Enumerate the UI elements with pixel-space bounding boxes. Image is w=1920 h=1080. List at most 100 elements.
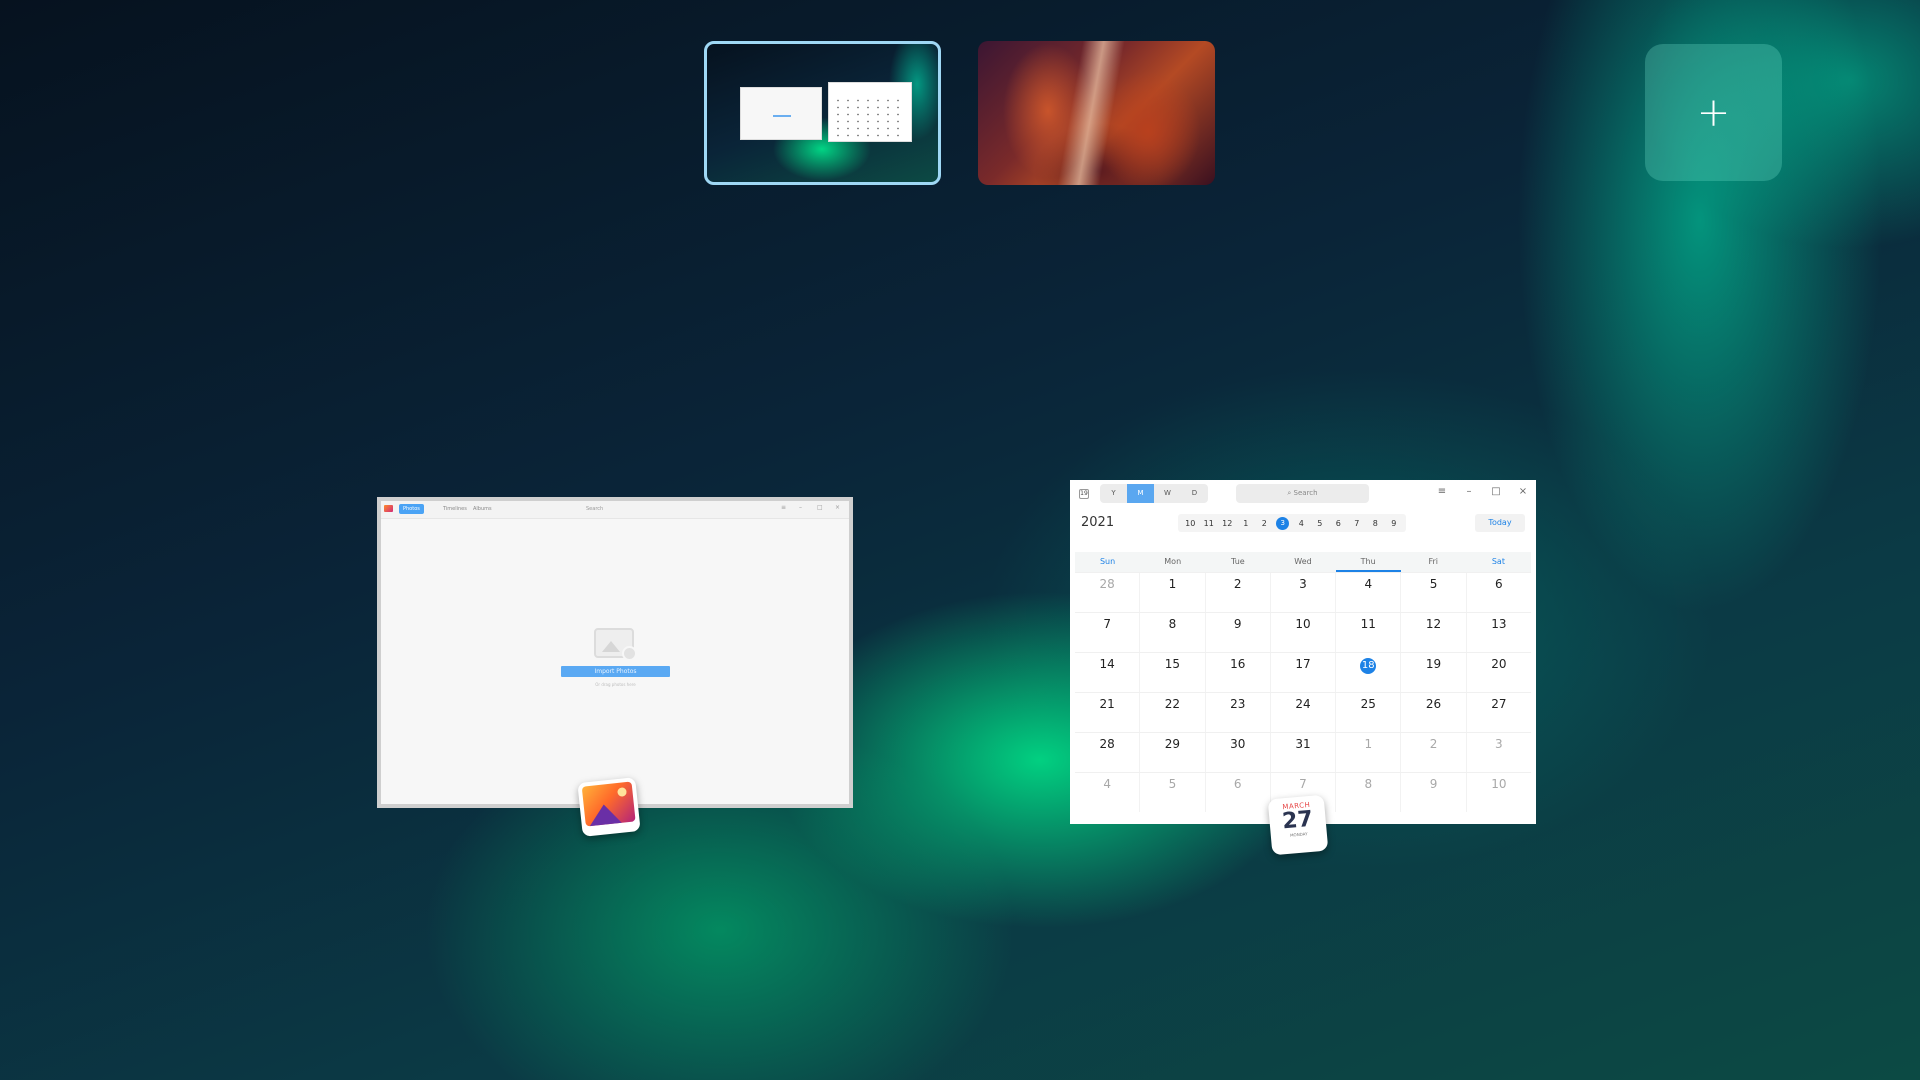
day-cell[interactable]: 9 <box>1400 773 1465 812</box>
day-cell-today[interactable]: 18 <box>1335 653 1400 692</box>
import-photos-button[interactable]: Import Photos <box>561 666 670 677</box>
day-cell[interactable]: 16 <box>1204 653 1270 692</box>
month-item[interactable]: 10 <box>1181 519 1200 528</box>
close-icon[interactable]: × <box>835 504 843 514</box>
day-cell[interactable]: 9 <box>1204 613 1270 652</box>
menu-icon[interactable]: ≡ <box>1436 486 1448 497</box>
month-strip: 10 11 12 1 2 3 4 5 6 7 8 9 <box>1178 514 1406 532</box>
workspace-2-thumbnail[interactable] <box>978 41 1215 185</box>
month-item[interactable]: 8 <box>1366 519 1385 528</box>
day-cell[interactable]: 15 <box>1139 653 1204 692</box>
day-cell[interactable]: 25 <box>1335 693 1400 732</box>
month-item[interactable]: 2 <box>1255 519 1274 528</box>
album-tab-albums[interactable]: Albums <box>469 504 496 514</box>
day-cell[interactable]: 13 <box>1465 613 1531 652</box>
close-icon[interactable]: × <box>1517 486 1529 497</box>
day-cell[interactable]: 20 <box>1465 653 1531 692</box>
week-row: 28 29 30 31 1 2 3 <box>1075 732 1531 772</box>
day-cell[interactable]: 22 <box>1139 693 1204 732</box>
day-cell[interactable]: 11 <box>1335 613 1400 652</box>
day-cell[interactable]: 6 <box>1465 573 1531 612</box>
month-item[interactable]: 6 <box>1329 519 1348 528</box>
day-cell[interactable]: 21 <box>1075 693 1139 732</box>
day-cell[interactable]: 12 <box>1400 613 1465 652</box>
week-row: 21 22 23 24 25 26 27 <box>1075 692 1531 732</box>
day-cell[interactable]: 19 <box>1400 653 1465 692</box>
month-item[interactable]: 4 <box>1292 519 1311 528</box>
minimize-icon[interactable]: – <box>799 504 807 514</box>
calendar-window-preview[interactable]: 19 Y M W D ⌕ Search ≡ – □ × 2021 10 11 1… <box>1070 480 1536 824</box>
year-label: 2021 <box>1081 515 1115 530</box>
weekday-label: Tue <box>1231 557 1245 566</box>
weekday-label: Sun <box>1099 557 1116 566</box>
album-tab-photos[interactable]: Photos <box>399 504 424 514</box>
album-logo-icon <box>384 505 393 512</box>
weekday-header: Sun Mon Tue Wed Thu Fri Sat <box>1075 552 1531 572</box>
weekday-label: Fri <box>1428 557 1439 566</box>
day-cell[interactable]: 1 <box>1335 733 1400 772</box>
day-cell[interactable]: 8 <box>1139 613 1204 652</box>
day-cell[interactable]: 31 <box>1269 733 1335 772</box>
day-cell[interactable]: 14 <box>1075 653 1139 692</box>
day-cell[interactable]: 28 <box>1075 573 1139 612</box>
day-cell[interactable]: 4 <box>1335 573 1400 612</box>
month-item[interactable]: 5 <box>1311 519 1330 528</box>
month-item[interactable]: 9 <box>1385 519 1404 528</box>
month-item[interactable]: 11 <box>1200 519 1219 528</box>
day-cell[interactable]: 7 <box>1075 613 1139 652</box>
day-cell[interactable]: 5 <box>1139 773 1204 812</box>
day-cell[interactable]: 28 <box>1075 733 1139 772</box>
week-row: 7 8 9 10 11 12 13 <box>1075 612 1531 652</box>
day-cell[interactable]: 10 <box>1269 613 1335 652</box>
add-workspace-button[interactable]: + <box>1645 44 1782 181</box>
day-cell[interactable]: 6 <box>1204 773 1270 812</box>
calendar-search-input[interactable]: ⌕ Search <box>1236 484 1369 503</box>
day-cell[interactable]: 1 <box>1139 573 1204 612</box>
month-item[interactable]: 1 <box>1237 519 1256 528</box>
drag-hint: Or drag photos here <box>595 682 636 687</box>
day-cell[interactable]: 2 <box>1400 733 1465 772</box>
view-day-button[interactable]: D <box>1181 484 1208 503</box>
day-cell[interactable]: 30 <box>1204 733 1270 772</box>
minimize-icon[interactable]: – <box>1463 486 1475 497</box>
workspace-1-album-preview <box>740 87 822 140</box>
workspace-1-calendar-preview <box>828 82 912 142</box>
day-cell[interactable]: 23 <box>1204 693 1270 732</box>
weekday-label: Wed <box>1294 557 1312 566</box>
week-row: 28 1 2 3 4 5 6 <box>1075 572 1531 612</box>
day-cell[interactable]: 4 <box>1075 773 1139 812</box>
view-month-button[interactable]: M <box>1127 484 1154 503</box>
month-item-selected[interactable]: 3 <box>1276 516 1290 530</box>
maximize-icon[interactable]: □ <box>817 504 825 514</box>
day-cell[interactable]: 26 <box>1400 693 1465 732</box>
day-cell[interactable]: 27 <box>1465 693 1531 732</box>
calendar-logo-icon: 19 <box>1079 489 1089 499</box>
view-year-button[interactable]: Y <box>1100 484 1127 503</box>
month-item[interactable]: 12 <box>1218 519 1237 528</box>
today-button[interactable]: Today <box>1475 514 1525 532</box>
day-cell[interactable]: 3 <box>1269 573 1335 612</box>
month-grid: Sun Mon Tue Wed Thu Fri Sat 28 1 2 3 4 5 6 7 8 9 1… <box>1075 552 1531 812</box>
weeks-container: 28 1 2 3 4 5 6 7 8 9 10 11 12 13 14 15 16 17 18 19 20 21 22 23 2… <box>1075 572 1531 812</box>
album-search-input[interactable]: Search <box>586 504 646 514</box>
album-window-preview[interactable]: Photos Timelines Albums Search ≡ – □ × I… <box>377 497 853 808</box>
month-item[interactable]: 7 <box>1348 519 1367 528</box>
day-cell[interactable]: 3 <box>1465 733 1531 772</box>
view-switcher: Y M W D <box>1100 484 1208 503</box>
day-cell[interactable]: 29 <box>1139 733 1204 772</box>
day-cell[interactable]: 2 <box>1204 573 1270 612</box>
weekday-label: Mon <box>1164 557 1182 566</box>
weekday-label: Sat <box>1491 557 1505 566</box>
view-week-button[interactable]: W <box>1154 484 1181 503</box>
day-cell[interactable]: 24 <box>1269 693 1335 732</box>
week-row: 14 15 16 17 18 19 20 <box>1075 652 1531 692</box>
day-cell[interactable]: 8 <box>1335 773 1400 812</box>
workspace-1-thumbnail[interactable] <box>704 41 941 185</box>
day-cell[interactable]: 17 <box>1269 653 1335 692</box>
calendar-nav: 2021 10 11 12 1 2 3 4 5 6 7 8 9 Today <box>1070 507 1536 540</box>
album-tab-timelines[interactable]: Timelines <box>439 504 471 514</box>
maximize-icon[interactable]: □ <box>1490 486 1502 497</box>
day-cell[interactable]: 5 <box>1400 573 1465 612</box>
day-cell[interactable]: 10 <box>1465 773 1531 812</box>
menu-icon[interactable]: ≡ <box>781 504 789 514</box>
